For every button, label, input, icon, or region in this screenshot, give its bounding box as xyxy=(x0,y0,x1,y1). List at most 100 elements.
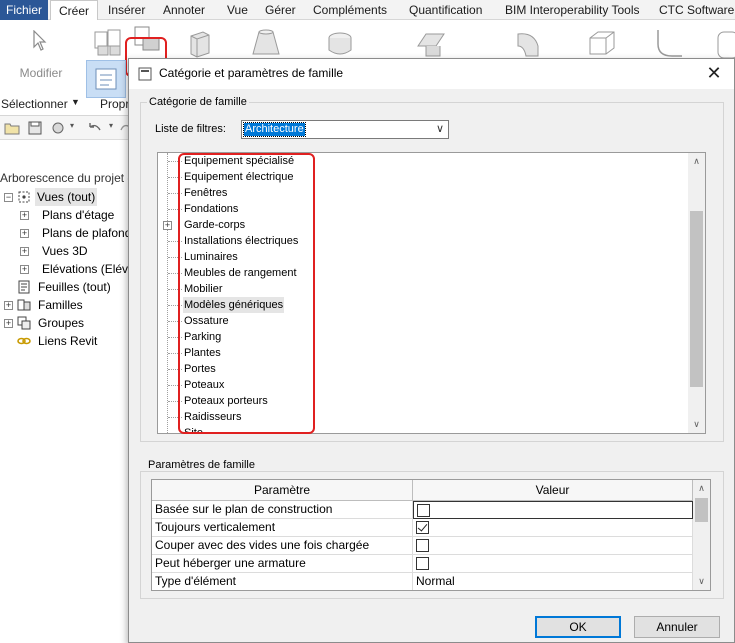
params-table: Paramètre Valeur Basée sur le plan de co… xyxy=(151,479,711,591)
list-item[interactable]: Portes xyxy=(183,361,217,377)
tree-item-elevations[interactable]: Elévations (Elév xyxy=(42,260,128,278)
undo-dropdown-icon[interactable]: ▾ xyxy=(109,121,113,130)
list-item[interactable]: Poteaux porteurs xyxy=(183,393,269,409)
list-item[interactable]: Raidisseurs xyxy=(183,409,242,425)
category-list-scrollbar[interactable]: ∧ ∨ xyxy=(688,153,705,433)
select-panel-label[interactable]: Sélectionner xyxy=(1,97,68,111)
scroll-down-icon[interactable]: ∨ xyxy=(693,573,710,590)
open-icon[interactable] xyxy=(4,121,20,135)
list-item[interactable]: Equipement électrique xyxy=(183,169,294,185)
list-item[interactable]: Plantes xyxy=(183,345,222,361)
scrollbar-thumb[interactable] xyxy=(690,211,703,387)
list-item[interactable]: Poteaux xyxy=(183,377,225,393)
chevron-down-icon[interactable]: ∨ xyxy=(436,122,444,135)
value-column-header[interactable]: Valeur xyxy=(413,480,693,501)
list-item[interactable]: Site xyxy=(183,425,204,433)
revolve-icon[interactable] xyxy=(323,26,357,60)
extrusion-icon[interactable] xyxy=(183,26,217,60)
tree-guide-tick xyxy=(168,161,182,162)
list-item[interactable]: Meubles de rangement xyxy=(183,265,298,281)
list-item-selected[interactable]: Modèles génériques xyxy=(183,297,285,313)
checkbox-armature[interactable] xyxy=(416,557,429,570)
tree-guide-tick xyxy=(168,353,182,354)
expand-toggle[interactable] xyxy=(20,229,29,238)
params-table-scrollbar[interactable]: ∧ ∨ xyxy=(693,480,710,590)
project-browser-title: Arborescence du projet - xyxy=(0,171,132,185)
param-column-header[interactable]: Paramètre xyxy=(152,480,413,501)
tree-guide-tick xyxy=(168,241,182,242)
undo-icon[interactable] xyxy=(86,121,102,135)
selection-filter-icon xyxy=(95,68,117,90)
scroll-up-icon[interactable]: ∧ xyxy=(688,153,705,170)
component-icon[interactable] xyxy=(712,26,735,60)
model-line-icon[interactable] xyxy=(652,26,686,60)
tab-bim-interoperability[interactable]: BIM Interoperability Tools xyxy=(505,0,640,20)
tree-item-feuilles[interactable]: Feuilles (tout) xyxy=(38,278,111,296)
expand-toggle[interactable] xyxy=(20,265,29,274)
list-item[interactable]: Installations électriques xyxy=(183,233,299,249)
tree-guide-tick xyxy=(168,177,182,178)
checkbox-plan-construction[interactable] xyxy=(417,504,430,517)
collapse-toggle[interactable] xyxy=(4,193,13,202)
tree-guide-tick xyxy=(168,401,182,402)
tab-inserer[interactable]: Insérer xyxy=(108,0,145,20)
checkbox-toujours-vertical[interactable] xyxy=(416,521,429,534)
filter-dropdown[interactable]: Architecture ∨ xyxy=(241,120,449,139)
family-types-icon[interactable] xyxy=(92,26,126,60)
tree-item-vues-3d[interactable]: Vues 3D xyxy=(42,242,88,260)
value-cell-focused[interactable] xyxy=(413,501,693,519)
tab-vue[interactable]: Vue xyxy=(227,0,248,20)
tree-item-liens-revit[interactable]: Liens Revit xyxy=(38,332,97,350)
dropdown-arrow-icon[interactable]: ▾ xyxy=(70,121,74,130)
cancel-button[interactable]: Annuler xyxy=(634,616,720,638)
tree-item-groupes[interactable]: Groupes xyxy=(38,314,84,332)
expand-toggle[interactable] xyxy=(20,211,29,220)
list-item[interactable]: Mobilier xyxy=(183,281,224,297)
element-type-value[interactable]: Normal xyxy=(413,573,693,590)
scrollbar-thumb[interactable] xyxy=(695,498,708,522)
swept-blend-icon[interactable] xyxy=(512,26,546,60)
tree-item-familles[interactable]: Familles xyxy=(38,296,83,314)
expand-toggle[interactable] xyxy=(4,301,13,310)
tab-complements[interactable]: Compléments xyxy=(313,0,387,20)
sync-icon[interactable] xyxy=(50,121,66,135)
filter-dropdown-value: Architecture xyxy=(243,122,306,137)
dialog-titlebar: Catégorie et paramètres de famille ✕ xyxy=(129,59,734,89)
tree-item-plans-etage[interactable]: Plans d'étage xyxy=(42,206,114,224)
selection-mode-button[interactable] xyxy=(86,60,126,98)
list-item[interactable]: Luminaires xyxy=(183,249,239,265)
list-item[interactable]: Equipement spécialisé xyxy=(183,153,295,169)
list-item[interactable]: Fondations xyxy=(183,201,239,217)
family-category-dialog: Catégorie et paramètres de famille ✕ Cat… xyxy=(128,58,735,643)
scroll-down-icon[interactable]: ∨ xyxy=(688,416,705,433)
revit-links-icon xyxy=(17,337,31,345)
tab-fichier[interactable]: Fichier xyxy=(0,0,49,20)
scroll-up-icon[interactable]: ∧ xyxy=(693,480,710,497)
expand-toggle[interactable] xyxy=(20,247,29,256)
tab-annoter[interactable]: Annoter xyxy=(163,0,205,20)
dialog-app-icon xyxy=(138,67,152,81)
sweep-icon[interactable] xyxy=(414,26,448,60)
tab-creer[interactable]: Créer xyxy=(50,0,99,21)
checkbox-couper-vides[interactable] xyxy=(416,539,429,552)
ok-button[interactable]: OK xyxy=(535,616,621,638)
tab-ctc-software[interactable]: CTC Software xyxy=(659,0,734,20)
tree-item-vues[interactable]: Vues (tout) xyxy=(35,188,98,206)
void-forms-icon[interactable] xyxy=(584,26,618,60)
tab-gerer[interactable]: Gérer xyxy=(265,0,296,20)
close-icon[interactable]: ✕ xyxy=(702,62,726,86)
blend-icon[interactable] xyxy=(249,26,283,60)
list-item[interactable]: Ossature xyxy=(183,313,230,329)
expand-toggle[interactable] xyxy=(4,319,13,328)
list-item[interactable]: Garde-corps xyxy=(183,217,246,233)
tree-item-plans-plafond[interactable]: Plans de plafond xyxy=(42,224,131,242)
list-item[interactable]: Fenêtres xyxy=(183,185,228,201)
select-dropdown-arrow-icon[interactable]: ▼ xyxy=(71,97,80,107)
modify-button[interactable]: Modifier xyxy=(8,26,74,80)
save-icon[interactable] xyxy=(28,121,42,135)
expand-toggle[interactable] xyxy=(163,221,172,230)
category-list[interactable]: Equipement spécialisé Equipement électri… xyxy=(157,152,706,434)
list-item[interactable]: Parking xyxy=(183,329,222,345)
tab-quantification[interactable]: Quantification xyxy=(409,0,482,20)
views-icon xyxy=(18,191,30,203)
